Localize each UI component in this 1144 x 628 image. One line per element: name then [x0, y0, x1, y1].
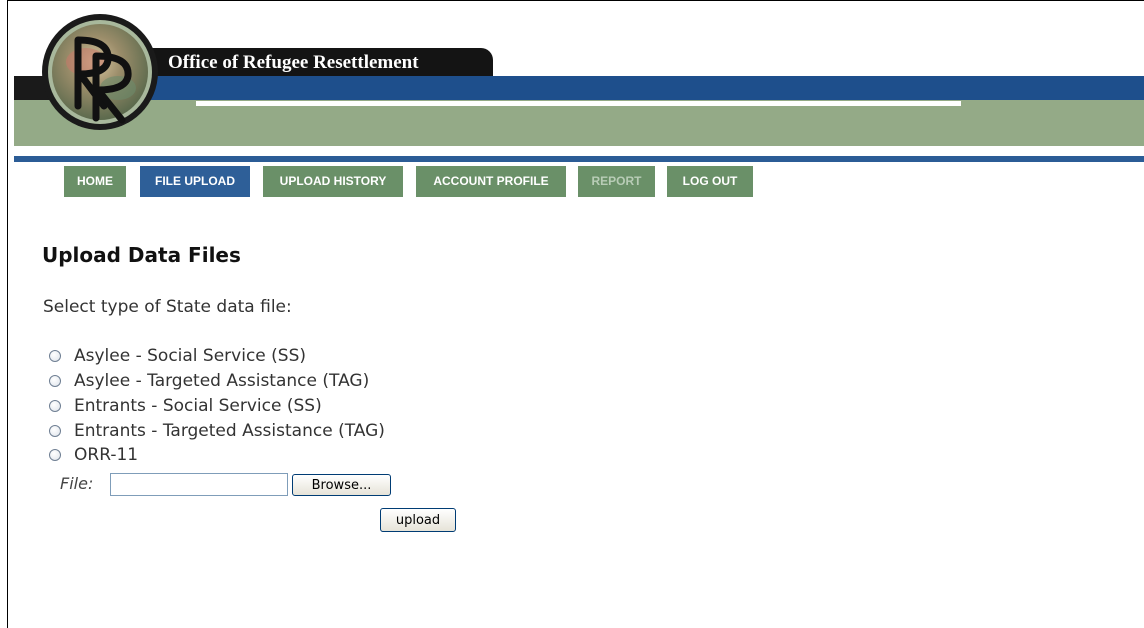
header-bottom-rule: [14, 156, 1144, 162]
header-green-band: [14, 100, 1144, 146]
nav-file-upload[interactable]: FILE UPLOAD: [140, 166, 250, 197]
radio-option-asylee-ss[interactable]: Asylee - Social Service (SS): [49, 345, 306, 366]
radio-option-orr-11[interactable]: ORR-11: [49, 444, 138, 465]
header-divider-line: [196, 101, 961, 106]
radio-label: ORR-11: [74, 444, 139, 465]
radio-button[interactable]: [49, 448, 61, 461]
window-border-top: [7, 0, 1144, 1]
file-path-input[interactable]: [110, 473, 288, 496]
radio-option-entrants-tag[interactable]: Entrants - Targeted Assistance (TAG): [49, 420, 385, 441]
radio-button[interactable]: [49, 399, 61, 412]
nav-log-out[interactable]: LOG OUT: [667, 166, 753, 197]
file-label: File:: [60, 474, 94, 493]
radio-label: Asylee - Targeted Assistance (TAG): [74, 370, 370, 391]
nav-home[interactable]: HOME: [64, 166, 126, 197]
window-border-left: [7, 0, 8, 628]
radio-option-entrants-ss[interactable]: Entrants - Social Service (SS): [49, 395, 322, 416]
site-title: Office of Refugee Resettlement: [168, 52, 419, 73]
orr-logo: [42, 14, 158, 130]
radio-label: Entrants - Social Service (SS): [74, 395, 322, 416]
header-blue-band: [120, 76, 1144, 100]
nav-upload-history[interactable]: UPLOAD HISTORY: [263, 166, 403, 197]
nav-report[interactable]: REPORT: [578, 166, 655, 197]
radio-button[interactable]: [49, 424, 61, 437]
header-spacer: [14, 146, 1144, 156]
radio-label: Asylee - Social Service (SS): [74, 345, 307, 366]
page-title: Upload Data Files: [42, 243, 241, 267]
browse-button[interactable]: Browse...: [292, 474, 391, 496]
file-type-prompt: Select type of State data file:: [43, 297, 292, 317]
nav-account-profile[interactable]: ACCOUNT PROFILE: [416, 166, 566, 197]
radio-label: Entrants - Targeted Assistance (TAG): [74, 420, 385, 441]
radio-option-asylee-tag[interactable]: Asylee - Targeted Assistance (TAG): [49, 370, 369, 391]
radio-button[interactable]: [49, 374, 61, 387]
upload-button[interactable]: upload: [380, 508, 456, 532]
radio-button[interactable]: [49, 349, 61, 362]
